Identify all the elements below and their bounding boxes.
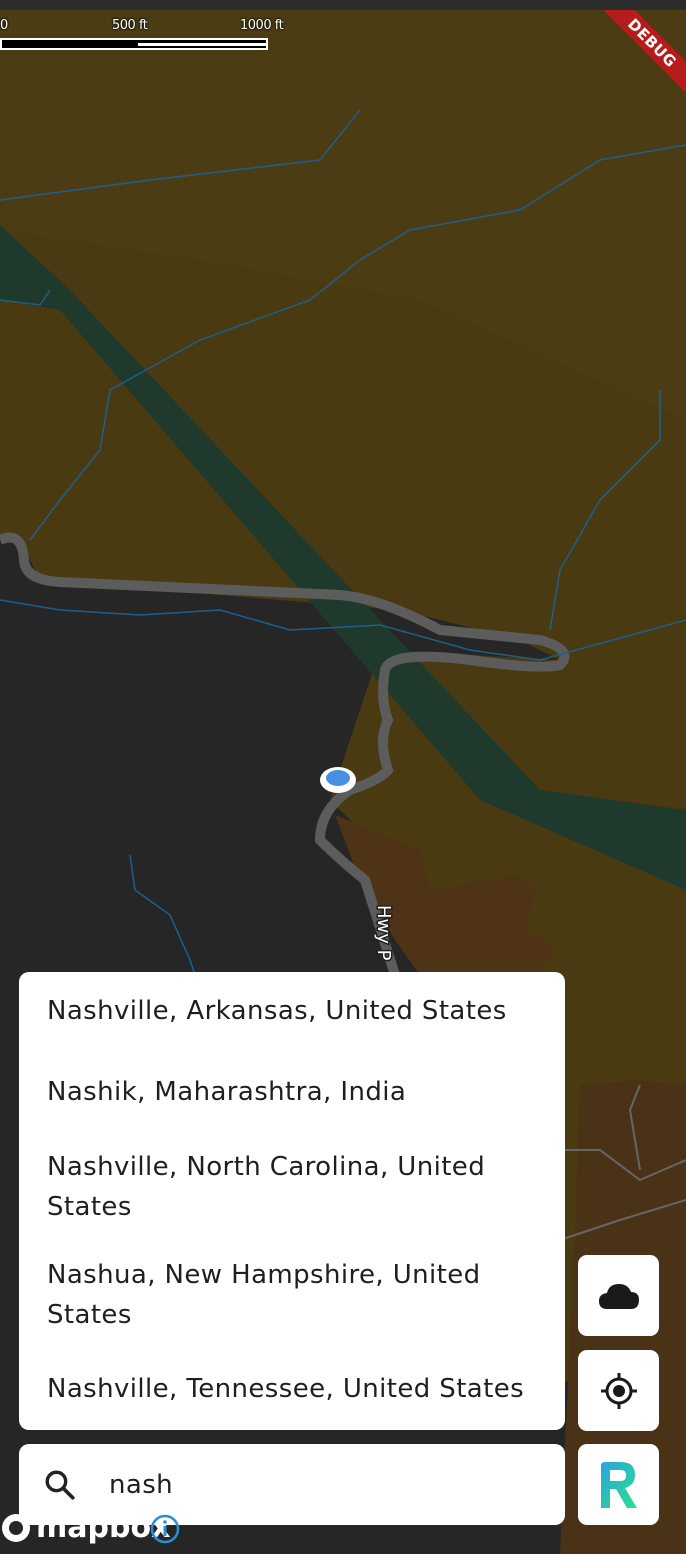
- cloud-icon: [598, 1283, 639, 1309]
- search-suggestions-panel: Nashville, Arkansas, United States Nashi…: [19, 972, 565, 1430]
- scale-bar-graphic: [0, 38, 268, 50]
- app-logo-icon: [600, 1461, 637, 1508]
- gps-locate-icon: [600, 1372, 637, 1409]
- road-label: Hwy P: [373, 905, 394, 961]
- suggestion-item[interactable]: Nashville, North Carolina, United States: [47, 1147, 527, 1227]
- debug-banner: DEBUG: [586, 10, 686, 110]
- scale-label-0: 0: [0, 18, 8, 33]
- suggestion-item[interactable]: Nashville, Tennessee, United States: [47, 1369, 527, 1409]
- user-location-dot: [326, 770, 350, 786]
- suggestion-item[interactable]: Nashville, Arkansas, United States: [47, 991, 527, 1031]
- suggestion-item[interactable]: Nashik, Maharashtra, India: [47, 1072, 527, 1112]
- mapbox-logo-icon: [2, 1514, 30, 1542]
- app-logo-button[interactable]: [578, 1444, 659, 1525]
- search-input[interactable]: [107, 1462, 531, 1508]
- weather-button[interactable]: [578, 1255, 659, 1336]
- debug-banner-label: DEBUG: [594, 10, 686, 101]
- mapbox-attribution[interactable]: mapbox: [0, 1510, 200, 1546]
- my-location-button[interactable]: [578, 1350, 659, 1431]
- scale-label-500: 500 ft: [112, 18, 148, 33]
- status-bar: [0, 0, 686, 10]
- suggestion-item[interactable]: Nashua, New Hampshire, United States: [47, 1255, 527, 1335]
- stream: [129, 854, 196, 976]
- map-scale-bar: 0 500 ft 1000 ft: [0, 10, 300, 60]
- search-icon: [45, 1470, 75, 1500]
- scale-label-1000: 1000 ft: [240, 18, 284, 33]
- info-icon[interactable]: [150, 1514, 180, 1544]
